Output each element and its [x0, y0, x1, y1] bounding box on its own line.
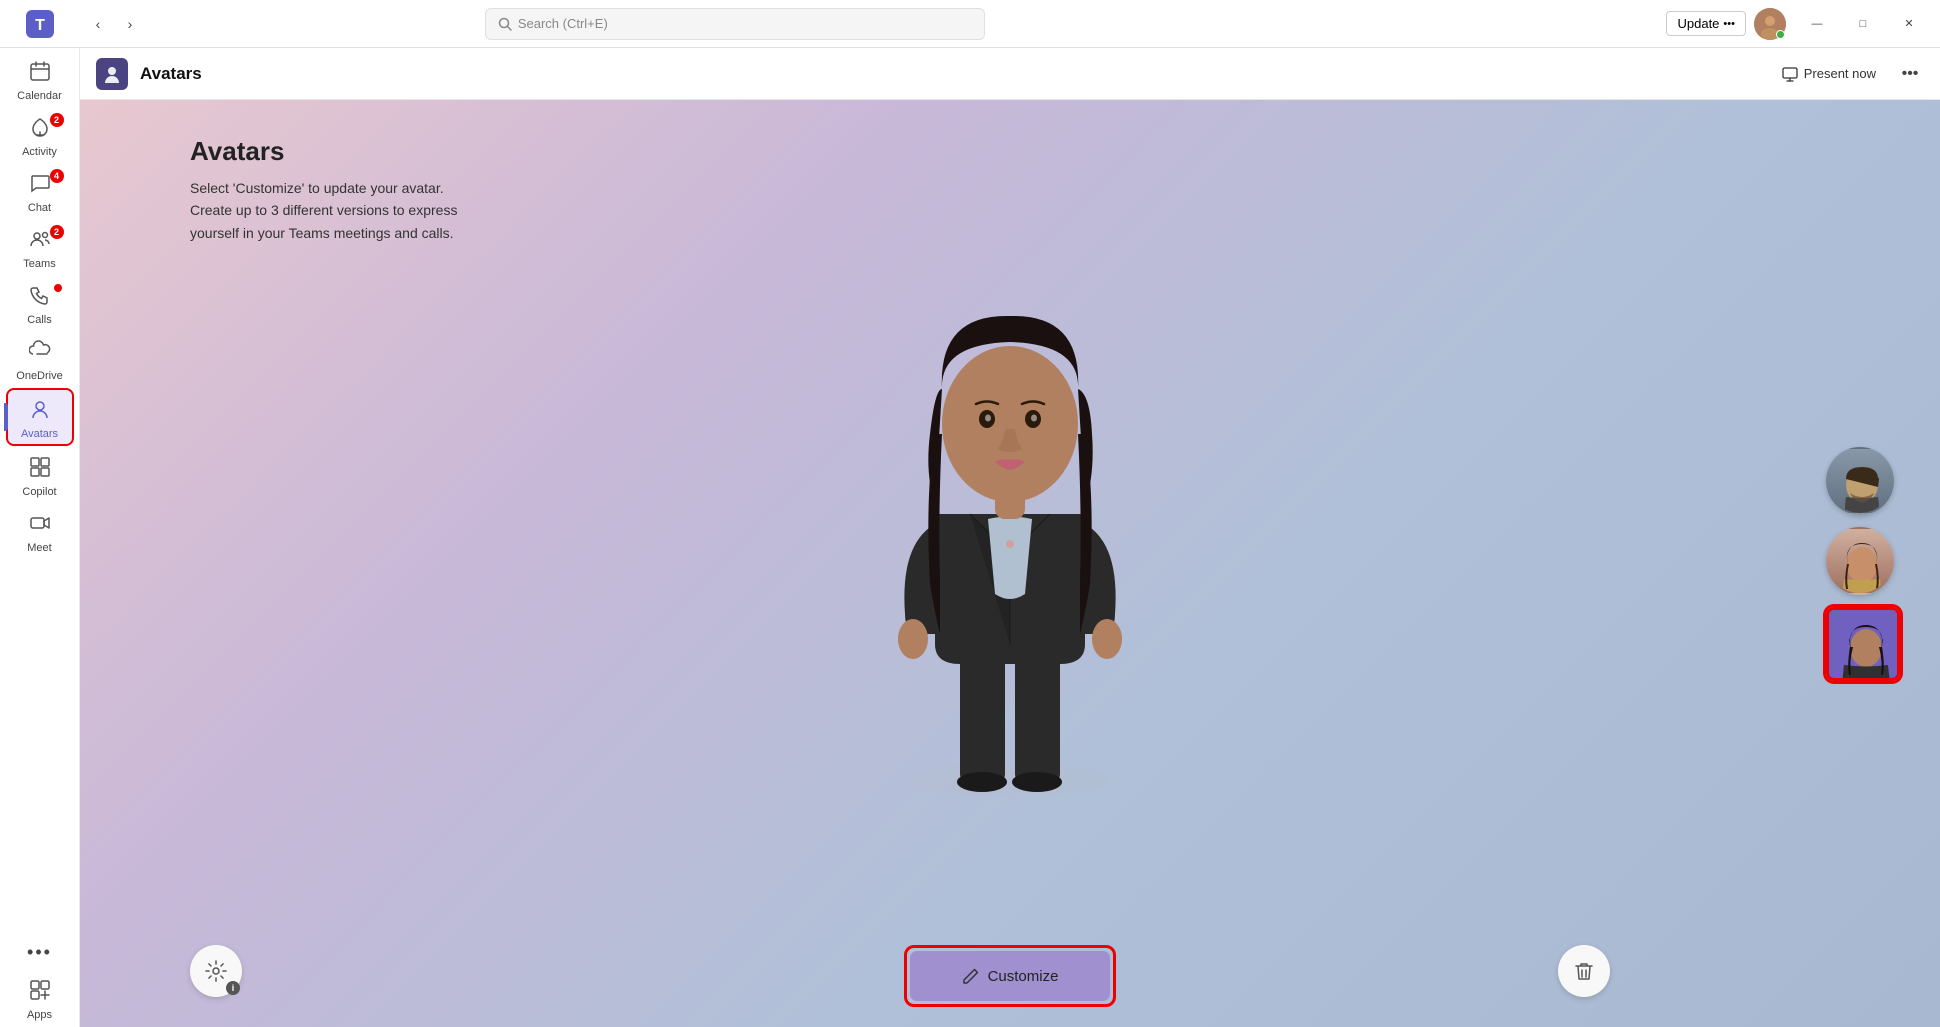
app-header-right: Present now •••	[1774, 60, 1924, 88]
avatar-thumb-1[interactable]	[1826, 447, 1894, 515]
sidebar-item-calendar[interactable]: Calendar	[6, 52, 74, 106]
sidebar-item-calls[interactable]: Calls	[6, 276, 74, 330]
titlebar: T ‹ › Search (Ctrl+E) Update ••• — □ ✕	[0, 0, 1940, 48]
activity-label: Activity	[22, 146, 57, 158]
present-now-button[interactable]: Present now	[1774, 62, 1884, 86]
teams-label: Teams	[23, 258, 55, 270]
avatar-thumb-3[interactable]	[1826, 607, 1900, 681]
sidebar-item-copilot[interactable]: Copilot	[6, 448, 74, 502]
more-apps-button[interactable]: •••	[6, 934, 74, 971]
chat-icon	[29, 172, 51, 200]
app-header-icon	[96, 58, 128, 90]
app-header: Avatars Present now •••	[80, 48, 1940, 100]
apps-icon	[29, 979, 51, 1007]
delete-button[interactable]	[1558, 945, 1610, 997]
sidebar-item-meet[interactable]: Meet	[6, 504, 74, 558]
titlebar-right: Update ••• — □ ✕	[1666, 0, 1939, 48]
avatars-description: Select 'Customize' to update your avatar…	[190, 177, 457, 244]
calendar-icon	[29, 60, 51, 88]
customize-button[interactable]: Customize	[910, 951, 1110, 1001]
copilot-icon	[29, 456, 51, 484]
avatars-page-title: Avatars	[190, 136, 457, 167]
apps-label: Apps	[27, 1009, 52, 1021]
sidebar-item-teams[interactable]: 2 Teams	[6, 220, 74, 274]
search-bar[interactable]: Search (Ctrl+E)	[485, 8, 985, 40]
teams-icon	[29, 228, 51, 256]
main-canvas: Avatars Select 'Customize' to update you…	[80, 100, 1940, 1027]
nav-buttons: ‹ ›	[84, 10, 144, 38]
sidebar-item-apps[interactable]: Apps	[6, 971, 74, 1025]
settings-button[interactable]: i	[190, 945, 242, 997]
teams-badge: 2	[50, 225, 64, 239]
app-header-title: Avatars	[140, 64, 202, 84]
settings-badge: i	[226, 981, 240, 995]
avatars-icon	[29, 398, 51, 426]
copilot-label: Copilot	[22, 486, 56, 498]
svg-text:T: T	[35, 17, 45, 34]
back-button[interactable]: ‹	[84, 10, 112, 38]
sidebar-item-onedrive[interactable]: OneDrive	[6, 332, 74, 386]
teams-logo: T	[0, 10, 80, 38]
meet-icon	[29, 512, 51, 540]
onedrive-label: OneDrive	[16, 370, 62, 382]
customize-button-wrapper: Customize	[904, 945, 1116, 1007]
maximize-button[interactable]: □	[1840, 0, 1886, 48]
main-avatar	[840, 234, 1180, 814]
chat-badge: 4	[50, 169, 64, 183]
header-more-button[interactable]: •••	[1896, 60, 1924, 88]
calendar-label: Calendar	[17, 90, 62, 102]
activity-badge: 2	[50, 113, 64, 127]
search-placeholder: Search (Ctrl+E)	[518, 16, 608, 31]
close-button[interactable]: ✕	[1886, 0, 1932, 48]
avatars-label: Avatars	[21, 428, 58, 440]
sidebar-item-chat[interactable]: 4 Chat	[6, 164, 74, 218]
sidebar: Calendar 2 Activity 4 Chat	[0, 48, 80, 1027]
sidebar-item-activity[interactable]: 2 Activity	[6, 108, 74, 162]
calls-icon	[29, 284, 51, 312]
calls-dot	[54, 284, 62, 292]
minimize-button[interactable]: —	[1794, 0, 1840, 48]
user-avatar[interactable]	[1754, 8, 1786, 40]
meet-label: Meet	[27, 542, 51, 554]
sidebar-item-avatars[interactable]: Avatars	[6, 388, 74, 446]
avatar-thumbnails	[1826, 447, 1900, 681]
sidebar-bottom: ••• Apps	[6, 934, 74, 1027]
chat-label: Chat	[28, 202, 51, 214]
active-indicator	[4, 403, 8, 431]
present-icon	[1782, 66, 1798, 82]
onedrive-icon	[29, 340, 51, 368]
avatar-body-svg	[840, 234, 1180, 814]
calls-label: Calls	[27, 314, 51, 326]
avatars-info: Avatars Select 'Customize' to update you…	[190, 136, 457, 244]
search-icon	[498, 17, 512, 31]
update-button[interactable]: Update •••	[1666, 11, 1745, 36]
pencil-icon	[962, 967, 980, 985]
activity-icon	[29, 116, 51, 144]
app-area: Avatars Present now ••• Avatars Select '…	[80, 48, 1940, 1027]
online-status	[1776, 30, 1785, 39]
forward-button[interactable]: ›	[116, 10, 144, 38]
avatar-thumb-2[interactable]	[1826, 527, 1894, 595]
window-controls: — □ ✕	[1794, 0, 1932, 48]
